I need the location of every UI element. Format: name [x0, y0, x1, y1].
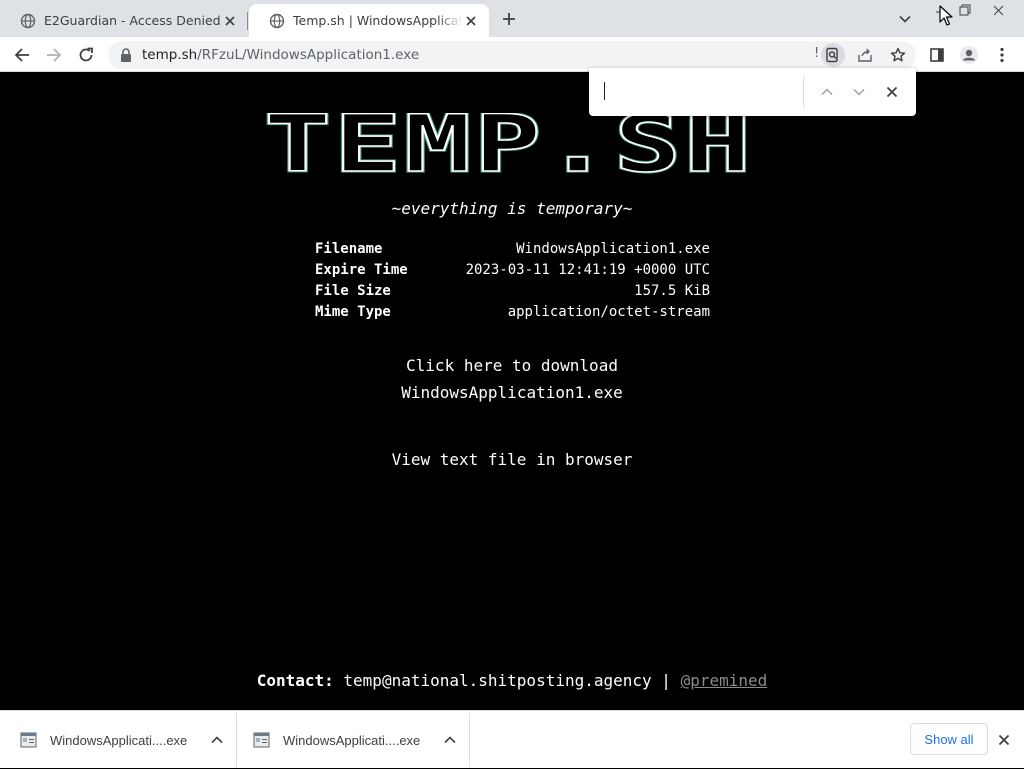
contact-separator: | — [661, 671, 671, 690]
download-options-button[interactable] — [442, 732, 458, 748]
forward-button[interactable] — [42, 43, 66, 67]
side-panel-button[interactable] — [925, 43, 949, 67]
info-row-filename: Filename WindowsApplication1.exe — [315, 241, 710, 262]
share-icon — [858, 48, 872, 62]
tab-separator — [247, 12, 248, 30]
lock-icon[interactable] — [120, 48, 132, 62]
omnibox-flag: ! — [814, 46, 820, 61]
profile-button[interactable] — [957, 43, 981, 67]
back-button[interactable] — [10, 43, 34, 67]
contact-line: Contact: temp@national.shitposting.agenc… — [0, 671, 1024, 690]
back-icon — [14, 48, 29, 62]
find-next-button[interactable] — [847, 80, 871, 104]
logo-text: TEMP.SH — [264, 113, 754, 175]
plus-icon — [503, 13, 515, 25]
chevron-down-icon — [853, 88, 865, 96]
file-icon — [253, 732, 270, 748]
download-item[interactable]: WindowsApplicati....exe — [253, 711, 469, 769]
chevron-up-icon — [821, 88, 833, 96]
info-key: Expire Time — [315, 262, 408, 278]
globe-icon — [20, 13, 36, 28]
info-row-mime-type: Mime Type application/octet-stream — [315, 304, 710, 325]
text-caret — [604, 82, 605, 100]
globe-icon — [269, 13, 285, 28]
url-host: temp.sh — [142, 47, 198, 63]
download-filename: WindowsApplicati....exe — [283, 732, 421, 748]
lens-icon — [826, 47, 838, 63]
close-shelf-button[interactable] — [996, 732, 1012, 748]
tab-search-button[interactable] — [895, 9, 915, 29]
download-item[interactable]: WindowsApplicati....exe — [20, 711, 236, 769]
close-icon — [886, 86, 898, 98]
menu-icon — [1000, 47, 1004, 63]
tab-temp-sh[interactable]: Temp.sh | WindowsApplication1.exe — [249, 4, 489, 37]
tab-title: E2Guardian - Access Denied — [44, 13, 221, 28]
find-previous-button[interactable] — [815, 80, 839, 104]
info-row-file-size: File Size 157.5 KiB — [315, 283, 710, 304]
chevron-down-icon — [899, 15, 911, 23]
contact-label: Contact: — [256, 671, 334, 690]
download-link-line2[interactable]: WindowsApplication1.exe — [0, 379, 1024, 406]
view-text-link[interactable]: View text file in browser — [0, 450, 1024, 469]
chevron-up-icon — [211, 736, 223, 744]
contact-email[interactable]: temp@national.shitposting.agency — [343, 671, 651, 690]
url-path: /RFzuL/WindowsApplication1.exe — [197, 47, 420, 63]
new-tab-button[interactable] — [498, 8, 520, 30]
temp-sh-logo: TEMP.SH TEMP.SH — [262, 113, 754, 175]
find-divider — [803, 77, 804, 107]
tab-e2guardian[interactable]: E2Guardian - Access Denied — [0, 4, 248, 37]
reload-button[interactable] — [74, 43, 98, 67]
info-row-expire-time: Expire Time 2023-03-11 12:41:19 +0000 UT… — [315, 262, 710, 283]
close-icon — [993, 5, 1003, 15]
browser-toolbar: temp.sh/RFzuL/WindowsApplication1.exe ! — [0, 37, 1024, 72]
find-bar — [589, 68, 916, 116]
forward-icon — [47, 48, 62, 62]
window-close-button[interactable] — [989, 3, 1007, 17]
close-icon[interactable] — [463, 13, 479, 29]
url-text[interactable]: temp.sh/RFzuL/WindowsApplication1.exe — [142, 47, 419, 63]
download-separator — [469, 713, 470, 767]
profile-icon — [960, 46, 978, 64]
info-value: 157.5 KiB — [634, 283, 710, 299]
address-bar[interactable]: temp.sh/RFzuL/WindowsApplication1.exe ! — [108, 41, 916, 69]
restore-icon — [959, 4, 971, 16]
show-all-button[interactable]: Show all — [910, 723, 988, 755]
menu-button[interactable] — [990, 43, 1014, 67]
tagline: ~everything is temporary~ — [391, 199, 633, 218]
restore-button[interactable] — [956, 3, 974, 17]
file-icon — [20, 732, 37, 748]
file-info-table: Filename WindowsApplication1.exe Expire … — [315, 241, 710, 325]
tab-strip: E2Guardian - Access Denied Temp.sh | Win… — [0, 0, 1024, 37]
chevron-up-icon — [444, 736, 456, 744]
mouse-cursor-icon — [939, 5, 953, 26]
info-key: Mime Type — [315, 304, 391, 320]
close-icon — [998, 734, 1010, 746]
info-value: application/octet-stream — [507, 304, 710, 320]
download-separator — [236, 713, 237, 767]
download-shelf: WindowsApplicati....exe WindowsApplicati… — [0, 710, 1024, 768]
download-options-button[interactable] — [209, 732, 225, 748]
info-key: Filename — [315, 241, 383, 257]
info-value: WindowsApplication1.exe — [516, 241, 710, 257]
bookmark-button[interactable] — [886, 43, 910, 67]
download-link-line1[interactable]: Click here to download — [0, 352, 1024, 379]
tab-title: Temp.sh | WindowsApplication1.exe — [293, 13, 463, 28]
find-close-button[interactable] — [880, 80, 904, 104]
contact-handle-link[interactable]: @premined — [681, 671, 768, 690]
page-content: TEMP.SH TEMP.SH ~everything is temporary… — [0, 73, 1024, 710]
info-key: File Size — [315, 283, 391, 299]
share-button[interactable] — [853, 43, 877, 67]
download-link[interactable]: Click here to download WindowsApplicatio… — [0, 352, 1024, 406]
download-filename: WindowsApplicati....exe — [50, 732, 188, 748]
star-icon — [890, 47, 906, 62]
find-in-page-button[interactable] — [821, 43, 845, 67]
close-icon[interactable] — [222, 13, 238, 29]
side-panel-icon — [930, 48, 944, 62]
find-input[interactable] — [603, 79, 799, 105]
info-value: 2023-03-11 12:41:19 +0000 UTC — [465, 262, 710, 278]
reload-icon — [79, 47, 93, 62]
